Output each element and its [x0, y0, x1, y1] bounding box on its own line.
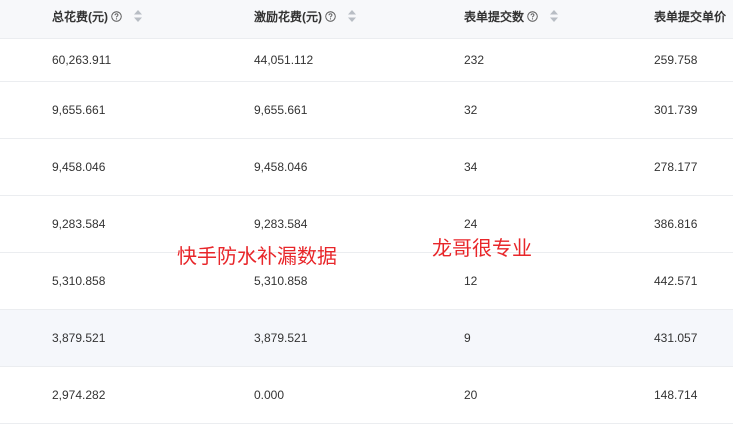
table-row[interactable]: 9,458.046 9,458.046 34 278.177 [0, 139, 733, 196]
cell-total-cost: 2,974.282 [52, 388, 106, 402]
column-label: 表单提交数 [464, 9, 525, 24]
column-header-total-cost[interactable]: 总花费(元) [52, 0, 143, 32]
column-header-form-submits[interactable]: 表单提交数 [464, 0, 559, 32]
cell-incentive-cost: 44,051.112 [254, 53, 314, 67]
data-table: 总花费(元) 激励花费(元) 表单提交数 表单提交单价 60,263.911 4… [0, 0, 733, 424]
cell-form-submits: 232 [464, 53, 485, 67]
cell-unit-price: 278.177 [654, 160, 698, 174]
sort-icon[interactable] [347, 9, 357, 23]
cell-total-cost: 60,263.911 [52, 53, 112, 67]
cell-total-cost: 9,283.584 [52, 217, 106, 231]
sort-icon[interactable] [549, 9, 559, 23]
cell-incentive-cost: 3,879.521 [254, 331, 308, 345]
sort-icon[interactable] [133, 9, 143, 23]
cell-incentive-cost: 0.000 [254, 388, 285, 402]
cell-total-cost: 3,879.521 [52, 331, 106, 345]
column-label: 表单提交单价 [654, 9, 727, 24]
cell-total-cost: 9,655.661 [52, 103, 106, 117]
column-header-incentive-cost[interactable]: 激励花费(元) [254, 0, 357, 32]
column-label: 激励花费(元) [254, 9, 322, 24]
cell-form-submits: 20 [464, 388, 478, 402]
table-header: 总花费(元) 激励花费(元) 表单提交数 表单提交单价 [0, 0, 733, 39]
help-icon[interactable] [325, 10, 336, 22]
cell-form-submits: 9 [464, 331, 471, 345]
cell-form-submits: 32 [464, 103, 478, 117]
cell-unit-price: 442.571 [654, 274, 698, 288]
table-row[interactable]: 60,263.911 44,051.112 232 259.758 [0, 39, 733, 82]
cell-unit-price: 259.758 [654, 53, 698, 67]
cell-unit-price: 386.816 [654, 217, 698, 231]
table-row[interactable]: 3,879.521 3,879.521 9 431.057 [0, 310, 733, 367]
cell-unit-price: 431.057 [654, 331, 698, 345]
help-icon[interactable] [527, 10, 538, 22]
cell-total-cost: 5,310.858 [52, 274, 106, 288]
cell-unit-price: 148.714 [654, 388, 698, 402]
cell-form-submits: 34 [464, 160, 478, 174]
table-row[interactable]: 5,310.858 5,310.858 12 442.571 [0, 253, 733, 310]
cell-incentive-cost: 9,655.661 [254, 103, 308, 117]
table-row[interactable]: 2,974.282 0.000 20 148.714 [0, 367, 733, 424]
cell-form-submits: 12 [464, 274, 478, 288]
help-icon[interactable] [111, 10, 122, 22]
column-header-unit-price[interactable]: 表单提交单价 [654, 0, 726, 32]
table-row[interactable]: 9,655.661 9,655.661 32 301.739 [0, 82, 733, 139]
overlay-caption-left: 快手防水补漏数据 [177, 244, 337, 268]
table-row[interactable]: 9,283.584 9,283.584 24 386.816 [0, 196, 733, 253]
cell-unit-price: 301.739 [654, 103, 698, 117]
cell-incentive-cost: 9,458.046 [254, 160, 308, 174]
column-label: 总花费(元) [52, 9, 108, 24]
overlay-caption-right: 龙哥很专业 [432, 236, 532, 260]
cell-total-cost: 9,458.046 [52, 160, 106, 174]
